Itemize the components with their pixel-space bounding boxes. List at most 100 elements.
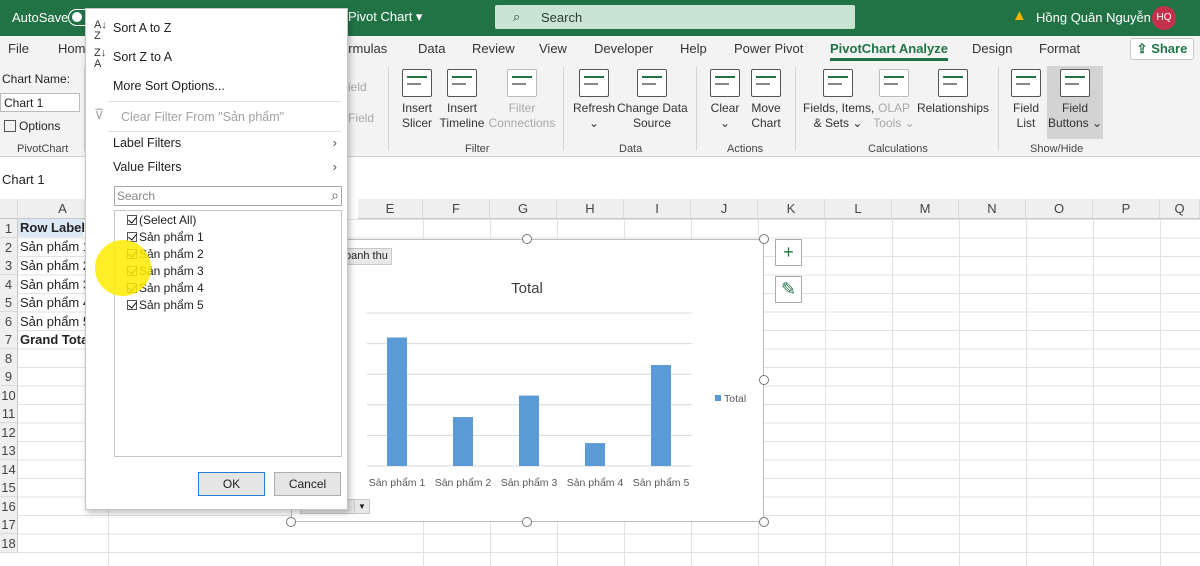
cell-product[interactable]: Sản phẩm 5 <box>20 314 90 329</box>
pivot-chart[interactable]: oanh thu Total Sản phẩm 1 Sản phẩm 2 Sản ph… <box>291 239 764 522</box>
row-header[interactable]: 13 <box>0 441 18 460</box>
row-header[interactable]: 6 <box>0 311 18 331</box>
row-header[interactable]: 2 <box>0 237 18 257</box>
clear-filter[interactable]: Clear Filter From "Sản phẩm" <box>121 110 284 124</box>
filter-item[interactable]: Sản phẩm 5 <box>127 298 204 312</box>
select-all-corner[interactable] <box>0 199 18 219</box>
field-list-icon <box>1011 69 1041 97</box>
cell-product[interactable]: Sản phẩm 4 <box>20 295 90 310</box>
row-header[interactable]: 4 <box>0 274 18 294</box>
column-header[interactable]: K <box>758 199 825 219</box>
clear-button[interactable]: Clear ⌄ <box>706 69 744 131</box>
column-header[interactable]: L <box>825 199 892 219</box>
row-header[interactable]: 5 <box>0 293 18 312</box>
group-separator <box>696 67 697 151</box>
row-header[interactable]: 16 <box>0 496 18 516</box>
row-header[interactable]: 9 <box>0 367 18 386</box>
ok-button[interactable]: OK <box>198 472 265 496</box>
filter-item[interactable]: Sản phẩm 1 <box>127 230 204 244</box>
user-name[interactable]: Hồng Quân Nguyễn <box>1036 10 1151 25</box>
tab-pivotchart-analyze[interactable]: PivotChart Analyze <box>830 41 948 61</box>
row-header[interactable]: 18 <box>0 533 18 553</box>
value-filters[interactable]: Value Filters <box>113 160 182 174</box>
resize-handle[interactable] <box>522 234 532 244</box>
search-box[interactable]: ⌕ Search <box>495 5 855 29</box>
olap-tools-button[interactable]: OLAP Tools ⌄ <box>873 69 915 131</box>
column-header[interactable]: I <box>624 199 691 219</box>
tab-power-pivot[interactable]: Power Pivot <box>734 41 803 56</box>
tab-home[interactable]: Hom <box>58 41 85 56</box>
row-header[interactable]: 1 <box>0 219 18 238</box>
cell-product[interactable]: Sản phẩm 1 <box>20 239 90 254</box>
filter-search-input[interactable]: Search ⌕ <box>114 186 342 206</box>
resize-handle[interactable] <box>522 517 532 527</box>
sort-za-icon: Z↓ A <box>94 47 107 70</box>
column-header[interactable]: N <box>959 199 1026 219</box>
x-tick-label: Sản phẩm 5 <box>633 477 690 489</box>
sort-a-to-z[interactable]: Sort A to Z <box>113 21 171 35</box>
field-list-button[interactable]: Field List <box>1008 69 1044 131</box>
sort-z-to-a[interactable]: Sort Z to A <box>113 50 172 64</box>
move-chart-button[interactable]: Move Chart <box>746 69 786 131</box>
options-button[interactable]: Options <box>4 119 60 133</box>
cursor-highlight <box>95 240 151 296</box>
resize-handle[interactable] <box>286 517 296 527</box>
chart-name-input[interactable]: Chart 1 <box>0 93 80 112</box>
tab-format[interactable]: Format <box>1039 41 1080 56</box>
change-data-source-button[interactable]: Change Data Source <box>617 69 688 131</box>
filter-item[interactable]: (Select All) <box>127 213 196 227</box>
x-tick-label: Sản phẩm 2 <box>435 477 492 489</box>
resize-handle[interactable] <box>759 234 769 244</box>
tab-developer[interactable]: Developer <box>594 41 653 56</box>
column-header[interactable]: O <box>1026 199 1093 219</box>
row-header[interactable]: 15 <box>0 478 18 497</box>
column-header[interactable]: Q <box>1160 199 1200 219</box>
insert-timeline-button[interactable]: Insert Timeline <box>438 69 486 131</box>
chart-styles-brush-icon[interactable]: ✎ <box>775 276 802 303</box>
row-header[interactable]: 11 <box>0 404 18 423</box>
column-header[interactable]: M <box>892 199 959 219</box>
tab-design[interactable]: Design <box>972 41 1012 56</box>
column-header[interactable]: H <box>557 199 624 219</box>
share-button[interactable]: ⇪ Share <box>1130 38 1194 60</box>
column-header[interactable]: F <box>423 199 490 219</box>
field-buttons-button[interactable]: Field Buttons ⌄ <box>1047 66 1103 139</box>
cell-row-labels[interactable]: Row Labels <box>20 220 92 235</box>
cancel-button[interactable]: Cancel <box>274 472 341 496</box>
cell-product[interactable]: Sản phẩm 2 <box>20 258 90 273</box>
resize-handle[interactable] <box>759 517 769 527</box>
name-box[interactable]: Chart 1 <box>2 172 45 187</box>
filter-search-placeholder: Search <box>117 189 156 203</box>
row-header[interactable]: 7 <box>0 330 18 349</box>
insert-slicer-button[interactable]: Insert Slicer <box>398 69 436 131</box>
tab-data[interactable]: Data <box>418 41 445 56</box>
column-header[interactable]: G <box>490 199 557 219</box>
filter-connections-button[interactable]: Filter Connections <box>488 69 556 131</box>
more-sort-options[interactable]: More Sort Options... <box>113 79 225 93</box>
column-header[interactable]: J <box>691 199 758 219</box>
document-title[interactable]: Pivot Chart ▾ <box>348 9 422 25</box>
refresh-button[interactable]: Refresh ⌄ <box>572 69 616 131</box>
chevron-down-icon: ▼ <box>354 500 369 513</box>
warning-icon[interactable]: ▲ <box>1012 7 1027 24</box>
fields-items-sets-button[interactable]: Fields, Items, & Sets ⌄ <box>803 69 874 131</box>
tab-view[interactable]: View <box>539 41 567 56</box>
cell-grand-total[interactable]: Grand Total <box>20 332 92 347</box>
label-filters[interactable]: Label Filters <box>113 136 181 150</box>
row-header[interactable]: 14 <box>0 459 18 479</box>
avatar[interactable]: HQ <box>1152 6 1176 30</box>
column-header[interactable]: E <box>358 199 423 219</box>
tab-help[interactable]: Help <box>680 41 707 56</box>
resize-handle[interactable] <box>759 375 769 385</box>
tab-review[interactable]: Review <box>472 41 515 56</box>
chart-elements-plus-icon[interactable]: + <box>775 239 802 266</box>
row-header[interactable]: 3 <box>0 256 18 275</box>
row-header[interactable]: 8 <box>0 348 18 368</box>
row-header[interactable]: 17 <box>0 515 18 534</box>
column-header[interactable]: P <box>1093 199 1160 219</box>
relationships-button[interactable]: Relationships <box>916 69 990 116</box>
row-header[interactable]: 12 <box>0 422 18 442</box>
tab-file[interactable]: File <box>8 41 29 56</box>
row-header[interactable]: 10 <box>0 385 18 405</box>
cell-product[interactable]: Sản phẩm 3 <box>20 277 90 292</box>
